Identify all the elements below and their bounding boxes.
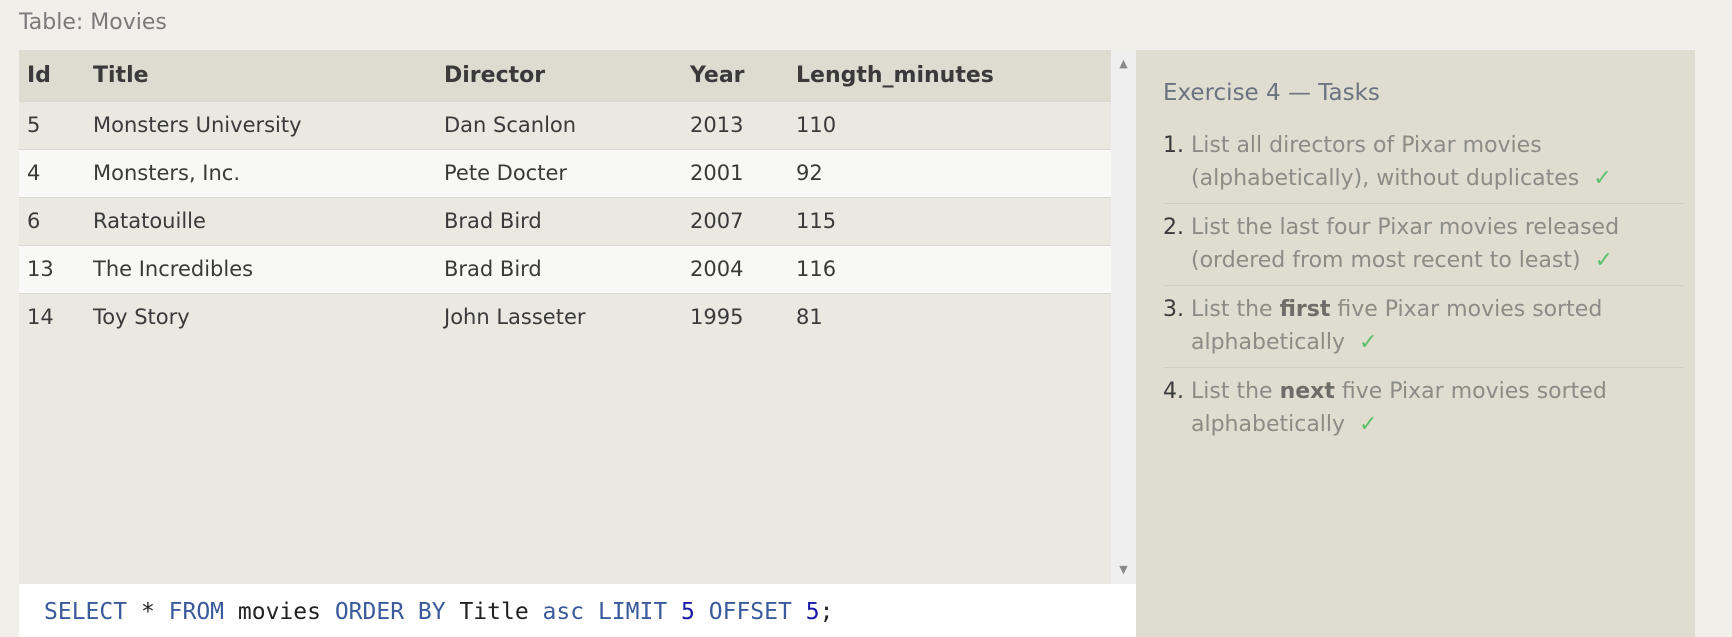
cell-title: The Incredibles <box>85 244 436 293</box>
cell-length-minutes: 115 <box>788 196 1111 245</box>
table-row: 13 The Incredibles Brad Bird 2004 116 <box>19 244 1111 293</box>
sql-terminator: ; <box>819 599 834 625</box>
column-header-id: Id <box>19 50 85 101</box>
column-header-director: Director <box>436 50 682 101</box>
sql-keyword-from: FROM <box>168 599 225 625</box>
task-text-before: List the <box>1191 297 1280 322</box>
sql-column-name: Title <box>445 599 543 625</box>
cell-title: Toy Story <box>85 292 436 341</box>
sql-keyword-order-by: ORDER BY <box>334 599 446 625</box>
column-header-title: Title <box>85 50 436 101</box>
sql-limit-value: 5 <box>681 599 695 625</box>
task-item: 2. List the last four Pixar movies relea… <box>1163 204 1683 286</box>
sql-keyword-asc: asc <box>542 599 585 625</box>
task-item: 1. List all directors of Pixar movies (a… <box>1163 122 1683 204</box>
task-number: 4. <box>1163 379 1184 404</box>
task-text: List all directors of Pixar movies (alph… <box>1191 129 1683 195</box>
check-icon: ✓ <box>1594 248 1614 273</box>
task-text-before: List the last four Pixar movies released… <box>1191 215 1620 273</box>
cell-title: Monsters University <box>85 100 436 149</box>
scroll-up-icon[interactable]: ▲ <box>1111 54 1136 74</box>
results-panel: Id Title Director Year Length_minutes 5 … <box>19 50 1111 584</box>
sql-keyword-offset: OFFSET <box>708 599 792 625</box>
task-text-bold: first <box>1279 297 1331 322</box>
task-list: 1. List all directors of Pixar movies (a… <box>1163 122 1683 449</box>
sql-space <box>667 599 681 625</box>
cell-length-minutes: 81 <box>788 292 1111 341</box>
scroll-down-icon[interactable]: ▼ <box>1111 560 1136 580</box>
sql-keyword-select: SELECT <box>44 599 128 625</box>
task-text-before: List the <box>1191 379 1280 404</box>
cell-year: 2004 <box>682 244 788 293</box>
cell-year: 2013 <box>682 100 788 149</box>
cell-title: Ratatouille <box>85 196 436 245</box>
task-number: 2. <box>1163 215 1184 240</box>
cell-year: 2001 <box>682 148 788 197</box>
task-text: List the next five Pixar movies sorted a… <box>1191 375 1683 441</box>
results-scrollbar[interactable]: ▲ ▼ <box>1111 50 1136 584</box>
cell-director: Brad Bird <box>436 196 682 245</box>
check-icon: ✓ <box>1359 412 1378 437</box>
table-caption: Table: Movies <box>19 10 167 35</box>
sql-space <box>792 599 806 625</box>
cell-id: 13 <box>19 244 85 293</box>
task-text: List the first five Pixar movies sorted … <box>1191 293 1683 359</box>
check-icon: ✓ <box>1593 166 1612 191</box>
column-header-length-minutes: Length_minutes <box>788 50 1111 101</box>
cell-id: 14 <box>19 292 85 341</box>
cell-director: Dan Scanlon <box>436 100 682 149</box>
table-row: 6 Ratatouille Brad Bird 2007 115 <box>19 196 1111 245</box>
cell-id: 5 <box>19 100 85 149</box>
cell-id: 6 <box>19 196 85 245</box>
sql-table-name: movies <box>224 599 335 625</box>
task-item: 3. List the first five Pixar movies sort… <box>1163 286 1683 368</box>
tasks-panel: Exercise 4 — Tasks 1. List all directors… <box>1136 50 1695 637</box>
tasks-title: Exercise 4 — Tasks <box>1163 80 1380 106</box>
cell-title: Monsters, Inc. <box>85 148 436 197</box>
cell-director: John Lasseter <box>436 292 682 341</box>
task-item: 4. List the next five Pixar movies sorte… <box>1163 368 1683 449</box>
sql-exercise-page: Table: Movies Id Title Director Year Len… <box>0 0 1732 637</box>
task-text-before: List all directors of Pixar movies (alph… <box>1191 133 1580 191</box>
cell-length-minutes: 116 <box>788 244 1111 293</box>
cell-length-minutes: 92 <box>788 148 1111 197</box>
task-text-bold: next <box>1279 379 1335 404</box>
sql-query-editor[interactable]: SELECT * FROM movies ORDER BY Title asc … <box>19 584 1136 637</box>
sql-keyword-limit: LIMIT <box>597 599 668 625</box>
sql-star: * <box>127 599 169 625</box>
sql-space <box>584 599 598 625</box>
cell-director: Brad Bird <box>436 244 682 293</box>
task-number: 3. <box>1163 297 1184 322</box>
cell-director: Pete Docter <box>436 148 682 197</box>
sql-space <box>695 599 709 625</box>
table-row: 4 Monsters, Inc. Pete Docter 2001 92 <box>19 148 1111 197</box>
cell-year: 1995 <box>682 292 788 341</box>
table-row: 14 Toy Story John Lasseter 1995 81 <box>19 292 1111 341</box>
task-number: 1. <box>1163 133 1184 158</box>
table-row: 5 Monsters University Dan Scanlon 2013 1… <box>19 100 1111 149</box>
table-header-row: Id Title Director Year Length_minutes <box>19 50 1111 101</box>
task-text: List the last four Pixar movies released… <box>1191 211 1683 277</box>
cell-length-minutes: 110 <box>788 100 1111 149</box>
sql-offset-value: 5 <box>805 599 820 625</box>
check-icon: ✓ <box>1359 330 1378 355</box>
cell-id: 4 <box>19 148 85 197</box>
column-header-year: Year <box>682 50 788 101</box>
cell-year: 2007 <box>682 196 788 245</box>
results-table: Id Title Director Year Length_minutes 5 … <box>19 50 1111 341</box>
